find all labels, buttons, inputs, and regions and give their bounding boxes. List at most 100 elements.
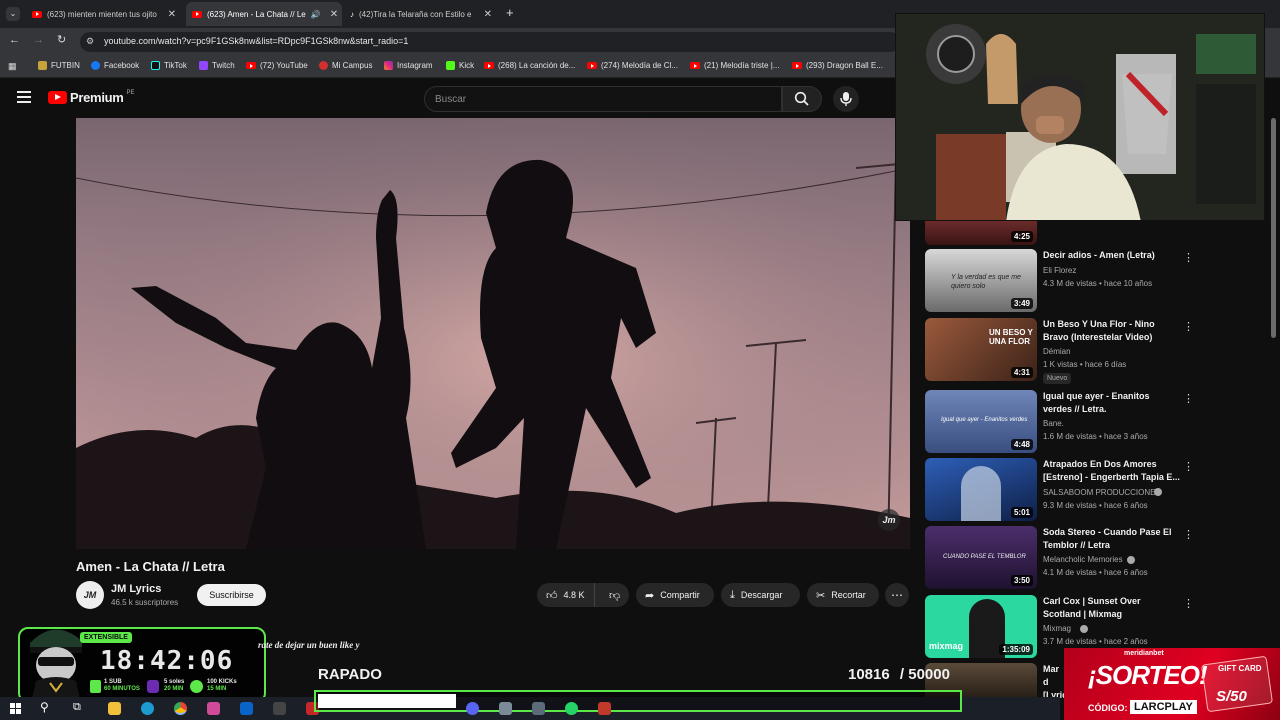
tab-title: (42)Tira la Telaraña con Estilo e: [359, 9, 472, 19]
more-options-icon[interactable]: ⋮: [1183, 528, 1194, 541]
menu-icon[interactable]: [17, 91, 31, 103]
more-options-icon[interactable]: ⋮: [1183, 597, 1194, 610]
facebook-icon: [91, 61, 100, 70]
channel-name[interactable]: Mixmag: [1043, 624, 1071, 633]
recommendation-5[interactable]: CUANDO PASE EL TEMBLOR 3:50 Soda Stereo …: [925, 526, 1265, 589]
app-icon[interactable]: [598, 702, 611, 715]
video-thumbnail[interactable]: CUANDO PASE EL TEMBLOR 3:50: [925, 526, 1037, 589]
video-thumbnail[interactable]: mixmag 1:35:09: [925, 595, 1037, 658]
new-tab-button[interactable]: +: [506, 5, 514, 20]
bookmark-kick[interactable]: Kick: [446, 61, 474, 70]
video-title[interactable]: Carl Cox | Sunset Over Scotland | Mixmag: [1043, 595, 1181, 621]
page-scrollbar[interactable]: [1271, 118, 1276, 338]
voice-search-button[interactable]: [833, 86, 859, 112]
thumbnail-text: UN BESO Y UNA FLOR: [989, 328, 1033, 346]
video-title[interactable]: Igual que ayer - Enanitos verdes // Letr…: [1043, 390, 1181, 416]
tab-3[interactable]: ♪ (42)Tira la Telaraña con Estilo e ✕: [344, 2, 498, 26]
close-tab-icon[interactable]: ✕: [168, 9, 176, 20]
bookmark-cancion[interactable]: (268) La canción de...: [484, 61, 575, 70]
more-options-icon[interactable]: ⋮: [1183, 392, 1194, 405]
channel-name[interactable]: Melancholic Memories: [1043, 555, 1123, 564]
search-input[interactable]: Buscar: [424, 86, 782, 112]
goal-current: 10816: [848, 666, 890, 683]
video-player[interactable]: Jm: [76, 118, 910, 549]
more-options-icon[interactable]: ⋮: [1183, 251, 1194, 264]
whatsapp-icon[interactable]: [565, 702, 578, 715]
channel-watermark[interactable]: Jm: [878, 509, 900, 531]
game-icon[interactable]: [273, 702, 286, 715]
bookmark-youtube[interactable]: (72) YouTube: [246, 61, 308, 70]
back-icon[interactable]: ←: [9, 34, 20, 46]
file-explorer-icon[interactable]: [108, 702, 121, 715]
like-button[interactable]: 👍︎ 4.8 K: [537, 583, 595, 607]
start-pane: [16, 709, 21, 714]
bookmark-melodia-cl[interactable]: (274) Melodía de Cl...: [587, 61, 678, 70]
bookmark-dragon-ball[interactable]: (293) Dragon Ball E...: [792, 61, 883, 70]
video-title[interactable]: Soda Stereo - Cuando Pase El Temblor // …: [1043, 526, 1181, 552]
recommendation-2[interactable]: UN BESO Y UNA FLOR 4:31 Un Beso Y Una Fl…: [925, 318, 1265, 384]
forward-icon[interactable]: →: [33, 34, 44, 46]
bookmark-tiktok[interactable]: TikTok: [151, 61, 187, 70]
video-thumbnail[interactable]: UN BESO Y UNA FLOR 4:31: [925, 318, 1037, 381]
recommendation-4[interactable]: 5:01 Atrapados En Dos Amores [Estreno] -…: [925, 458, 1265, 521]
gift-card-amount: S/50: [1216, 688, 1247, 705]
site-info-icon[interactable]: ⚙: [86, 36, 94, 47]
apps-grid-icon[interactable]: ▦: [8, 61, 17, 72]
video-title[interactable]: Atrapados En Dos Amores [Estreno] - Enge…: [1043, 458, 1181, 484]
tab-search-button[interactable]: ⌄: [6, 7, 20, 21]
close-tab-icon[interactable]: ✕: [330, 9, 338, 20]
video-title[interactable]: Decir adios - Amen (Letra): [1043, 249, 1181, 262]
channel-name[interactable]: Bane.: [1043, 419, 1064, 428]
channel-name[interactable]: JM Lyrics: [111, 583, 161, 595]
perk-bottom: 60 MINUTOS: [104, 686, 140, 692]
recommendation-1[interactable]: Y la verdad es que me quiero solo 3:49 D…: [925, 249, 1265, 312]
recommendation-3[interactable]: Igual que ayer - Enanitos verdes 4:48 Ig…: [925, 390, 1265, 453]
subscribe-button[interactable]: Suscribirse: [197, 584, 266, 606]
search-button[interactable]: [782, 86, 822, 112]
channel-name[interactable]: SALSABOOM PRODUCCIONES: [1043, 488, 1161, 497]
bookmark-mi-campus[interactable]: Mi Campus: [319, 61, 372, 70]
reload-icon[interactable]: ↻: [57, 33, 66, 46]
video-thumbnail[interactable]: Igual que ayer - Enanitos verdes 4:48: [925, 390, 1037, 453]
close-tab-icon[interactable]: ✕: [484, 9, 492, 20]
discord-icon[interactable]: [466, 702, 479, 715]
video-title[interactable]: Un Beso Y Una Flor - Nino Bravo (Interes…: [1043, 318, 1181, 344]
download-button[interactable]: ⤓ Descargar: [721, 583, 800, 607]
dislike-button[interactable]: 👎︎: [601, 589, 620, 602]
recommendation-0[interactable]: 4:25: [925, 221, 1265, 245]
bookmark-label: Kick: [459, 61, 475, 70]
video-thumbnail[interactable]: Y la verdad es que me quiero solo 3:49: [925, 249, 1037, 312]
taskbar-search-icon[interactable]: ⚲: [40, 700, 49, 714]
app-icon[interactable]: [499, 702, 512, 715]
bookmark-futbin[interactable]: FUTBIN: [38, 61, 80, 70]
task-view-icon[interactable]: ⧉: [73, 701, 81, 714]
bookmark-melodia-triste[interactable]: (21) Melodía triste |...: [690, 61, 779, 70]
calculator-icon[interactable]: [532, 702, 545, 715]
share-button[interactable]: ➦ Compartir: [636, 583, 714, 607]
app-icon[interactable]: [207, 702, 220, 715]
tab-2-active[interactable]: (623) Amen - La Chata // Le 🔊 ✕: [186, 2, 342, 26]
video-thumbnail[interactable]: 4:25: [925, 221, 1037, 245]
outlook-icon[interactable]: [240, 702, 253, 715]
edge-icon[interactable]: [141, 702, 154, 715]
youtube-logo[interactable]: Premium PE: [48, 90, 135, 105]
youtube-icon: [587, 62, 597, 69]
tab-1[interactable]: (623) mienten mienten tus ojito ✕: [26, 2, 182, 26]
video-thumbnail[interactable]: 5:01: [925, 458, 1037, 521]
clip-button[interactable]: ✂ Recortar: [807, 583, 879, 607]
bookmark-facebook[interactable]: Facebook: [91, 61, 139, 70]
bookmark-label: FUTBIN: [51, 61, 80, 70]
more-actions-button[interactable]: ⋯: [885, 583, 909, 607]
bookmark-twitch[interactable]: Twitch: [199, 61, 235, 70]
bookmark-instagram[interactable]: Instagram: [384, 61, 433, 70]
channel-name[interactable]: Démian: [1043, 347, 1071, 356]
channel-avatar[interactable]: JM: [76, 581, 104, 609]
chrome-icon[interactable]: [174, 702, 187, 715]
yape-perk-icon: [147, 680, 159, 693]
start-pane: [16, 703, 21, 708]
more-options-icon[interactable]: ⋮: [1183, 320, 1194, 333]
channel-name[interactable]: Eli Florez: [1043, 266, 1076, 275]
windows-start-icon[interactable]: [10, 703, 21, 714]
audio-playing-icon[interactable]: 🔊: [311, 10, 321, 19]
more-options-icon[interactable]: ⋮: [1183, 460, 1194, 473]
